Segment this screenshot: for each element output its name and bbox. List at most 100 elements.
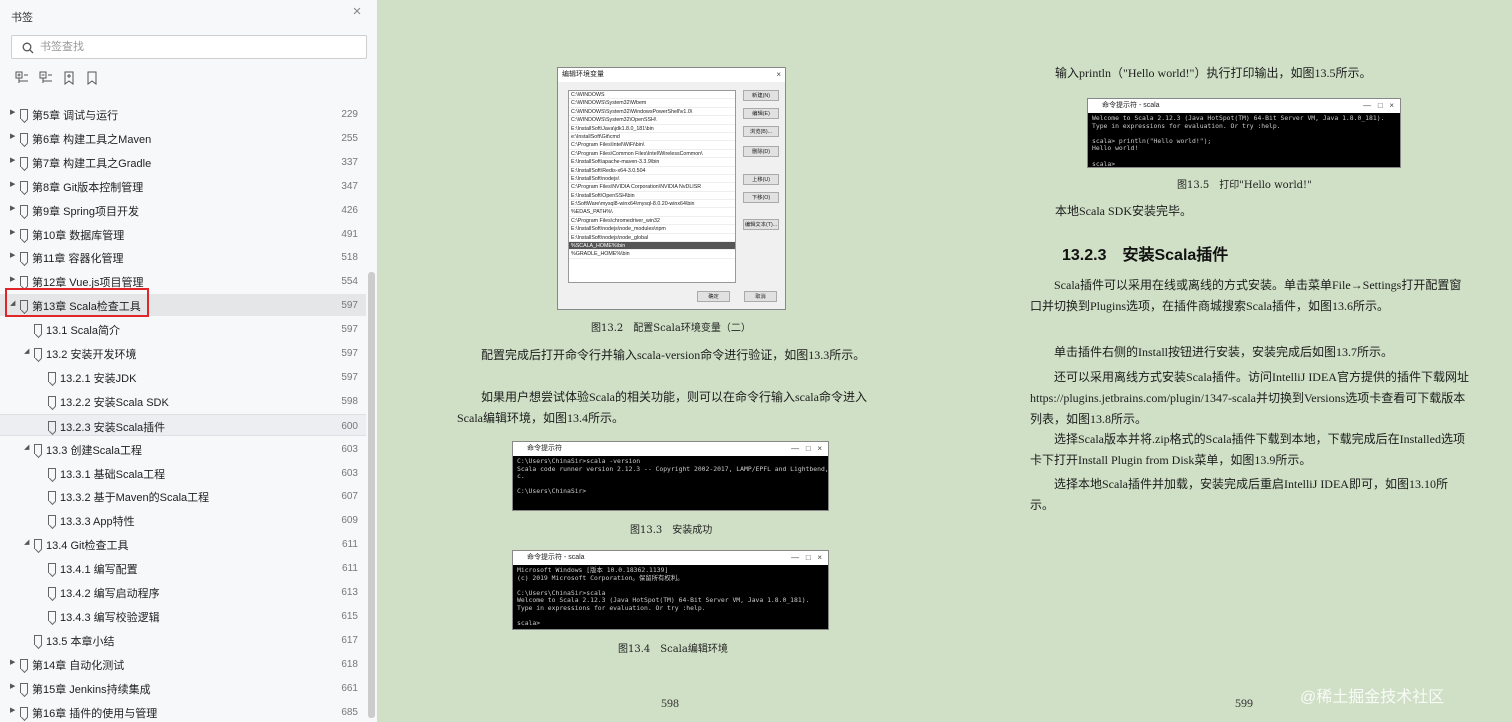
bookmark-page: 609 [341, 515, 358, 527]
bookmark-label: 第9章 Spring项目开发 [32, 205, 139, 218]
bookmark-item[interactable]: ▶ 第6章 构建工具之Maven 255 [0, 127, 366, 149]
bookmark-search[interactable] [11, 35, 367, 59]
bookmark-item[interactable]: ◢ 13.2 安装开发环境 597 [0, 342, 366, 364]
bookmark-icon [48, 420, 56, 431]
bookmark-item[interactable]: ▶ 第14章 自动化测试 618 [0, 653, 366, 675]
collapsed-arrow-icon[interactable]: ▶ [10, 108, 20, 118]
bookmark-label: 13.4.1 编写配置 [60, 564, 138, 577]
search-input[interactable] [40, 39, 358, 55]
highlight-box [5, 288, 149, 317]
bookmark-label: 13.5 本章小结 [46, 635, 115, 648]
env-entry: C:\WINDOWS [569, 91, 735, 100]
collapsed-arrow-icon[interactable]: ▶ [10, 682, 20, 692]
bookmark-item[interactable]: 13.2.3 安装Scala插件 600 [0, 413, 366, 436]
page-599: 输入println（"Hello world!"）执行打印输出，如图13.5所示… [942, 0, 1512, 722]
bookmark-item[interactable]: 13.3.3 App特性 609 [0, 509, 366, 531]
expanded-arrow-icon[interactable]: ◢ [24, 347, 34, 357]
bookmark-item[interactable]: 13.3.1 基础Scala工程 603 [0, 462, 366, 484]
collapsed-arrow-icon[interactable]: ▶ [10, 706, 20, 716]
bookmark-page: 603 [341, 443, 358, 455]
env-entry: E:\InstallSoft\nodejs\ [569, 175, 735, 184]
bookmark-label: 13.4.3 编写校验逻辑 [60, 611, 160, 624]
bookmark-item[interactable]: ▶ 第5章 调试与运行 229 [0, 103, 366, 125]
bookmark-page: 617 [341, 634, 358, 646]
bookmark-item[interactable]: ▶ 第15章 Jenkins持续集成 661 [0, 677, 366, 699]
collapsed-arrow-icon[interactable]: ▶ [10, 251, 20, 261]
bookmark-item[interactable]: 13.2.1 安装JDK 597 [0, 366, 366, 388]
bookmark-page: 685 [341, 706, 358, 718]
collapsed-arrow-icon[interactable]: ▶ [10, 228, 20, 238]
env-entry: C:\Program Files\Common Files\Intel\Wire… [569, 150, 735, 159]
bookmark-page: 426 [341, 204, 358, 216]
add-bookmark-icon[interactable] [62, 71, 76, 85]
bookmark-item[interactable]: ◢ 13.3 创建Scala工程 603 [0, 438, 366, 460]
expanded-arrow-icon[interactable]: ◢ [24, 538, 34, 548]
bookmark-page: 613 [341, 587, 358, 598]
bookmark-item[interactable]: 13.4.3 编写校验逻辑 615 [0, 605, 366, 627]
paragraph: 选择本地Scala插件并加载，安装完成后重启IntelliJ IDEA即可，如图… [1030, 477, 1448, 512]
bookmark-item[interactable]: ▶ 第8章 Git版本控制管理 347 [0, 175, 366, 197]
collapsed-arrow-icon[interactable]: ▶ [10, 658, 20, 668]
bookmark-icon [34, 634, 42, 645]
figure-caption: 图13.5 打印"Hello world!" [1177, 180, 1312, 191]
bookmark-item[interactable]: ▶ 第16章 插件的使用与管理 685 [0, 701, 366, 722]
search-icon [22, 42, 34, 54]
bookmark-page: 597 [341, 348, 358, 359]
bookmark-item[interactable]: 13.3.2 基于Maven的Scala工程 607 [0, 485, 366, 507]
bookmark-item[interactable]: ◢ 13.4 Git检查工具 611 [0, 533, 366, 555]
env-entry: C:\WINDOWS\System32\OpenSSH\ [569, 116, 735, 125]
bookmark-icon [48, 610, 56, 621]
bookmark-label: 13.4.2 编写启动程序 [60, 588, 160, 600]
bookmark-item[interactable]: 13.2.2 安装Scala SDK 598 [0, 390, 366, 412]
bookmark-icon [20, 132, 28, 143]
collapsed-arrow-icon[interactable]: ▶ [10, 204, 20, 214]
bookmark-item[interactable]: 13.5 本章小结 617 [0, 629, 366, 651]
paragraph: 本地Scala SDK安装完毕。 [1055, 204, 1192, 218]
bookmark-label: 13.2 安装开发环境 [46, 349, 137, 361]
collapsed-arrow-icon[interactable]: ▶ [10, 275, 20, 285]
dialog-button: 上移(U) [743, 174, 779, 185]
collapsed-arrow-icon[interactable]: ▶ [10, 156, 20, 166]
env-entry: C:\Program Files\NVIDIA Corporation\NVID… [569, 183, 735, 192]
bookmark-item[interactable]: ▶ 第9章 Spring项目开发 426 [0, 199, 366, 221]
cmd-output: Welcome to Scala 2.12.3 (Java HotSpot(TM… [1088, 113, 1400, 167]
bookmark-icon [34, 324, 42, 335]
expanded-arrow-icon[interactable]: ◢ [24, 443, 34, 453]
bookmark-label: 第11章 容器化管理 [32, 253, 124, 266]
bookmark-icon [48, 587, 56, 597]
bookmark-icon [20, 180, 28, 191]
scrollbar[interactable] [368, 272, 375, 718]
collapse-all-icon[interactable] [39, 71, 53, 85]
bookmark-item[interactable]: ▶ 第7章 构建工具之Gradle 337 [0, 151, 366, 173]
env-entry: E:\InstallSoft\Redis-x64-3.0.504 [569, 167, 735, 175]
bookmark-page: 347 [341, 180, 358, 192]
bookmark-item[interactable]: 13.4.2 编写启动程序 613 [0, 581, 366, 603]
bookmark-icon [20, 156, 28, 167]
bookmark-item[interactable]: ▶ 第10章 数据库管理 491 [0, 223, 366, 245]
collapsed-arrow-icon[interactable]: ▶ [10, 132, 20, 142]
paragraph: 单击插件右侧的Install按钮进行安装，安装完成后如图13.7所示。 [1054, 345, 1393, 359]
env-variable-dialog: 编辑环境变量 × C:\WINDOWS C:\WINDOWS\System32\Wb… [557, 67, 786, 310]
bookmark-page: 603 [341, 467, 358, 479]
bookmark-panel: 书签 × ▶ 第5章 调试与运行 229 ▶ 第6章 构建工具之Maven 255 ▶ 第7章… [0, 0, 378, 722]
bookmark-icon [34, 348, 42, 358]
bookmark-icon [34, 539, 42, 550]
bookmark-item[interactable]: ▶ 第11章 容器化管理 518 [0, 246, 366, 268]
expand-all-icon[interactable] [15, 71, 29, 85]
bookmark-item[interactable]: 13.4.1 编写配置 611 [0, 557, 366, 579]
collapsed-arrow-icon[interactable]: ▶ [10, 180, 20, 190]
bookmark-page: 597 [341, 371, 358, 383]
ok-button: 确定 [697, 291, 730, 302]
paragraph: 如果用户想尝试体验Scala的相关功能，则可以在命令行输入scala命令进入Sc… [457, 390, 867, 425]
bookmark-item[interactable]: 13.1 Scala简介 597 [0, 318, 366, 340]
bookmark-icon [48, 371, 56, 382]
bookmark-icon[interactable] [85, 71, 99, 85]
cmd-output: C:\Users\ChinaSir>scala -version Scala c… [513, 456, 828, 510]
bookmark-page: 597 [341, 300, 358, 312]
dialog-button: 编辑(E) [743, 108, 779, 119]
env-entry: E:\InstallSoft\OpenSSH\bin [569, 192, 735, 201]
close-icon[interactable]: × [349, 4, 365, 20]
bookmark-label: 13.2.1 安装JDK [60, 372, 137, 385]
paragraph: 选择Scala版本并将.zip格式的Scala插件下载到本地，下载完成后在Ins… [1030, 432, 1465, 467]
dialog-button: 删除(D) [743, 146, 779, 157]
